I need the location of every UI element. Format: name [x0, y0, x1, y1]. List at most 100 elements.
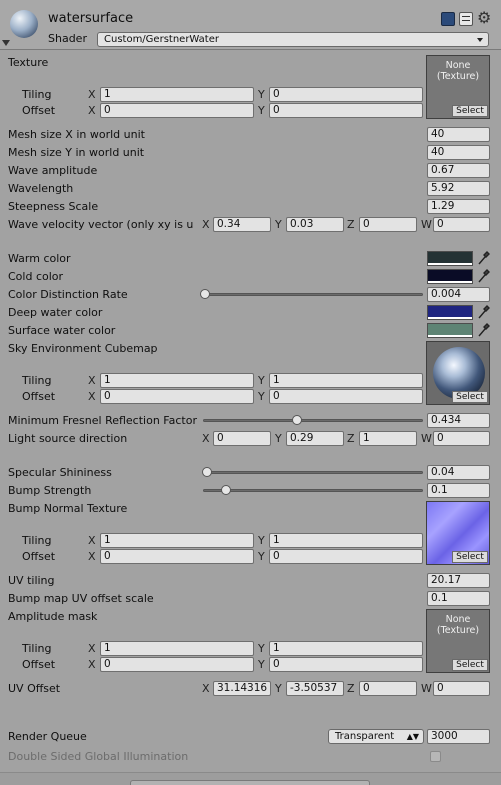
- wave-amplitude-label: Wave amplitude: [8, 164, 98, 177]
- eyedropper-icon[interactable]: [476, 251, 490, 266]
- bump-normal-select-button[interactable]: Select: [452, 551, 488, 563]
- uv-offset-w[interactable]: 0: [433, 681, 490, 696]
- uv-tiling-label: UV tiling: [8, 574, 55, 587]
- amp-offset-x[interactable]: 0: [100, 657, 254, 672]
- surface-water-color-swatch[interactable]: [427, 323, 473, 338]
- foldout-arrow-icon[interactable]: [2, 40, 10, 46]
- fresnel-slider-thumb[interactable]: [292, 415, 302, 425]
- bump-strength-field[interactable]: 0.1: [427, 483, 490, 498]
- mesh-size-y-field[interactable]: 40: [427, 145, 490, 160]
- uv-offset-x[interactable]: 31.14316: [213, 681, 271, 696]
- shader-dropdown-value: Custom/GerstnerWater: [104, 34, 219, 45]
- light-direction-w[interactable]: 0: [433, 431, 490, 446]
- steepness-field[interactable]: 1.29: [427, 199, 490, 214]
- specular-field[interactable]: 0.04: [427, 465, 490, 480]
- bump-offset-x[interactable]: 0: [100, 549, 254, 564]
- wave-velocity-w[interactable]: 0: [433, 217, 490, 232]
- specular-slider-thumb[interactable]: [202, 467, 212, 477]
- axis-y: Y: [275, 218, 282, 231]
- texture-offset-x[interactable]: 0: [100, 103, 254, 118]
- texture-slot[interactable]: None (Texture) Select: [426, 55, 490, 119]
- bottom-handle: [130, 780, 370, 785]
- axis-y: Y: [258, 390, 265, 403]
- bump-uv-offset-scale-field[interactable]: 0.1: [427, 591, 490, 606]
- preset-sliders-icon[interactable]: [459, 12, 473, 26]
- wave-velocity-z[interactable]: 0: [359, 217, 417, 232]
- eyedropper-icon[interactable]: [476, 323, 490, 338]
- axis-w: W: [421, 218, 432, 231]
- sky-tiling-x[interactable]: 1: [100, 373, 254, 388]
- surface-water-color-label: Surface water color: [8, 324, 116, 337]
- axis-x: X: [88, 390, 96, 403]
- wave-amplitude-field[interactable]: 0.67: [427, 163, 490, 178]
- fresnel-field[interactable]: 0.434: [427, 413, 490, 428]
- sky-tiling-label: Tiling: [22, 374, 52, 387]
- amp-tiling-y[interactable]: 1: [269, 641, 423, 656]
- texture-offset-label: Offset: [22, 104, 56, 117]
- uv-tiling-field[interactable]: 20.17: [427, 573, 490, 588]
- uv-offset-y[interactable]: -3.50537: [286, 681, 344, 696]
- amplitude-mask-select-button[interactable]: Select: [452, 659, 488, 671]
- shader-dropdown[interactable]: Custom/GerstnerWater: [97, 32, 489, 47]
- texture-tiling-x[interactable]: 1: [100, 87, 254, 102]
- sky-tiling-y[interactable]: 1: [269, 373, 423, 388]
- color-distinction-slider-thumb[interactable]: [200, 289, 210, 299]
- texture-offset-y[interactable]: 0: [269, 103, 423, 118]
- material-name: watersurface: [48, 11, 134, 26]
- dropdown-arrow-icon: [477, 38, 483, 42]
- eyedropper-icon[interactable]: [476, 269, 490, 284]
- axis-y: Y: [258, 658, 265, 671]
- texture-select-button[interactable]: Select: [452, 105, 488, 117]
- fresnel-label: Minimum Fresnel Reflection Factor: [8, 414, 197, 427]
- light-direction-z[interactable]: 1: [359, 431, 417, 446]
- sky-offset-x[interactable]: 0: [100, 389, 254, 404]
- bump-strength-slider-track[interactable]: [203, 489, 423, 492]
- bump-offset-y[interactable]: 0: [269, 549, 423, 564]
- color-distinction-field[interactable]: 0.004: [427, 287, 490, 302]
- axis-w: W: [421, 432, 432, 445]
- eyedropper-icon[interactable]: [476, 305, 490, 320]
- render-queue-field[interactable]: 3000: [427, 729, 490, 744]
- bump-normal-texture-slot[interactable]: Select: [426, 501, 490, 565]
- wave-velocity-y[interactable]: 0.03: [286, 217, 344, 232]
- double-sided-gi-checkbox[interactable]: [430, 751, 441, 762]
- amp-offset-y[interactable]: 0: [269, 657, 423, 672]
- texture-tiling-y[interactable]: 0: [269, 87, 423, 102]
- wave-velocity-label: Wave velocity vector (only xy is u: [8, 218, 194, 231]
- axis-x: X: [88, 374, 96, 387]
- sky-offset-y[interactable]: 0: [269, 389, 423, 404]
- sky-cubemap-slot[interactable]: Select: [426, 341, 490, 405]
- mesh-size-x-field[interactable]: 40: [427, 127, 490, 142]
- axis-y: Y: [258, 374, 265, 387]
- light-direction-y[interactable]: 0.29: [286, 431, 344, 446]
- gear-icon[interactable]: ⚙: [477, 10, 491, 26]
- uv-offset-z[interactable]: 0: [359, 681, 417, 696]
- bump-tiling-x[interactable]: 1: [100, 533, 254, 548]
- color-distinction-label: Color Distinction Rate: [8, 288, 128, 301]
- book-help-icon[interactable]: [441, 12, 455, 26]
- sky-cubemap-select-button[interactable]: Select: [452, 391, 488, 403]
- specular-label: Specular Shininess: [8, 466, 112, 479]
- bump-tiling-y[interactable]: 1: [269, 533, 423, 548]
- axis-x: X: [88, 550, 96, 563]
- render-queue-dropdown[interactable]: Transparent ▲▼: [328, 729, 424, 744]
- amp-tiling-x[interactable]: 1: [100, 641, 254, 656]
- amplitude-mask-slot[interactable]: None (Texture) Select: [426, 609, 490, 673]
- wave-velocity-x[interactable]: 0.34: [213, 217, 271, 232]
- deep-water-color-swatch[interactable]: [427, 305, 473, 320]
- warm-color-swatch[interactable]: [427, 251, 473, 266]
- specular-slider-track[interactable]: [203, 471, 423, 474]
- sky-cubemap-label: Sky Environment Cubemap: [8, 342, 158, 355]
- fresnel-slider-track[interactable]: [203, 419, 423, 422]
- light-direction-x[interactable]: 0: [213, 431, 271, 446]
- axis-z: Z: [347, 432, 355, 445]
- amp-offset-label: Offset: [22, 658, 56, 671]
- wavelength-field[interactable]: 5.92: [427, 181, 490, 196]
- axis-y: Y: [275, 682, 282, 695]
- cold-color-swatch[interactable]: [427, 269, 473, 284]
- bump-strength-label: Bump Strength: [8, 484, 92, 497]
- bump-strength-slider-thumb[interactable]: [221, 485, 231, 495]
- color-distinction-slider-track[interactable]: [203, 293, 423, 296]
- axis-y: Y: [275, 432, 282, 445]
- warm-color-label: Warm color: [8, 252, 71, 265]
